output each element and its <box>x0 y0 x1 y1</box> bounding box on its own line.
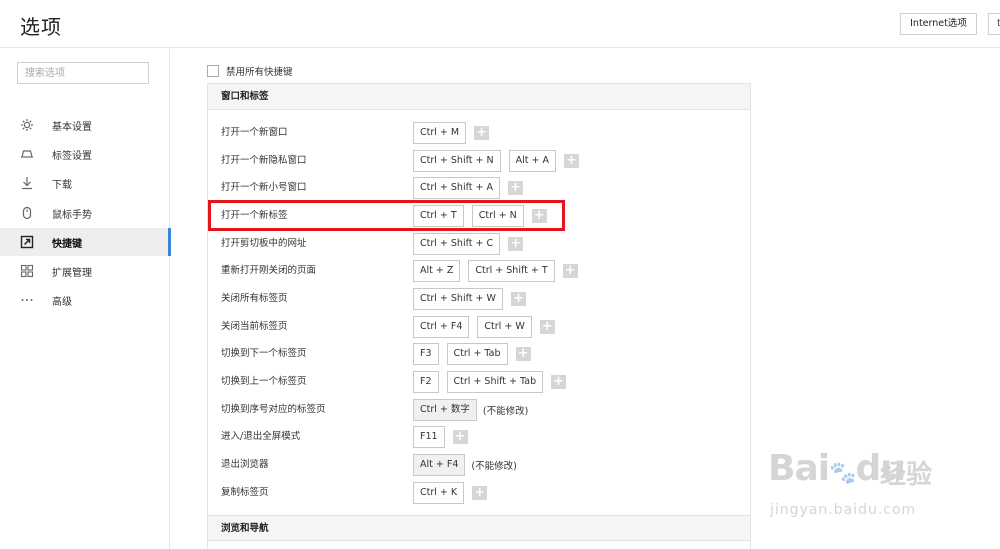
shortcut-action: 打开一个新窗口 <box>221 127 288 138</box>
shortcut-row: 打开一个新窗口 Ctrl + M + <box>208 119 750 147</box>
add-shortcut-button[interactable]: + <box>515 347 531 361</box>
shortcut-key-fixed: Alt + F4 <box>413 454 466 476</box>
shortcut-row: 重新打开刚关闭的页面 Alt + Z Ctrl + Shift + T + <box>208 257 750 285</box>
add-shortcut-button[interactable]: + <box>531 209 547 223</box>
shortcut-key[interactable]: Ctrl + W <box>477 316 532 338</box>
disable-all-checkbox[interactable] <box>207 65 219 77</box>
shortcut-action: 退出浏览器 <box>221 459 269 470</box>
shortcut-action: 切换到序号对应的标签页 <box>221 404 326 415</box>
shortcut-action: 打开一个新小号窗口 <box>221 182 307 193</box>
shortcut-action: 切换到下一个标签页 <box>221 348 307 359</box>
shortcut-key[interactable]: F2 <box>413 371 439 393</box>
watermark-url: jingyan.baidu.com <box>770 502 917 518</box>
shortcut-action: 关闭当前标签页 <box>221 321 288 332</box>
shortcut-row: 关闭所有标签页 Ctrl + Shift + W + <box>208 285 750 313</box>
shortcut-action: 重新打开刚关闭的页面 <box>221 265 317 276</box>
watermark-text: 经验 <box>880 460 933 490</box>
shortcut-row: 打开一个新小号窗口 Ctrl + Shift + A + <box>208 174 750 202</box>
sidebar-item-label: 下载 <box>52 179 72 191</box>
shortcuts-panel: 窗口和标签 打开一个新窗口 Ctrl + M + 打开一个新隐私窗口 Ctrl … <box>207 83 751 549</box>
shortcut-key-fixed: Ctrl + 数字 <box>413 399 477 421</box>
shortcut-key[interactable]: Ctrl + Shift + N <box>413 150 501 172</box>
add-shortcut-button[interactable]: + <box>472 486 488 500</box>
sidebar-item-label: 鼠标手势 <box>52 209 92 221</box>
sidebar-item-advanced[interactable]: 高级 <box>0 286 170 314</box>
sidebar-item-tab-settings[interactable]: 标签设置 <box>0 140 170 168</box>
disable-all-shortcuts-row[interactable]: 禁用所有快捷键 <box>207 64 293 78</box>
shortcut-row: 打开一个新隐私窗口 Ctrl + Shift + N Alt + A + <box>208 147 750 175</box>
add-shortcut-button[interactable]: + <box>562 264 578 278</box>
shortcut-key[interactable]: Ctrl + M <box>413 122 467 144</box>
sidebar-item-download[interactable]: 下载 <box>0 169 170 197</box>
add-shortcut-button[interactable]: + <box>508 237 524 251</box>
shortcut-key[interactable]: Ctrl + Shift + W <box>413 288 503 310</box>
shortcut-key[interactable]: F11 <box>413 426 445 448</box>
section-header-window-tabs: 窗口和标签 <box>208 84 750 110</box>
tab-icon <box>20 147 34 161</box>
shortcut-action: 切换到上一个标签页 <box>221 376 307 387</box>
shortcut-key[interactable]: Ctrl + Shift + Tab <box>446 371 544 393</box>
sidebar-item-shortcuts[interactable]: 快捷键 <box>0 228 171 256</box>
shortcut-key[interactable]: Ctrl + Shift + T <box>468 260 555 282</box>
shortcut-row: 切换到序号对应的标签页 Ctrl + 数字 (不能修改) <box>208 396 750 424</box>
shortcut-key[interactable]: Ctrl + Shift + C <box>413 233 501 255</box>
shortcut-row: 打开剪切板中的网址 Ctrl + Shift + C + <box>208 230 750 258</box>
not-modifiable-note: (不能修改) <box>482 406 529 417</box>
add-shortcut-button[interactable]: + <box>508 181 523 195</box>
shortcut-key[interactable]: F3 <box>413 343 439 365</box>
add-shortcut-button[interactable]: + <box>539 320 555 334</box>
shortcut-key[interactable]: Ctrl + N <box>471 205 524 227</box>
download-icon <box>20 176 34 190</box>
shortcut-key[interactable]: Ctrl + Tab <box>446 343 508 365</box>
page-title: 选项 <box>20 15 62 39</box>
shortcut-action: 进入/退出全屏模式 <box>221 431 301 442</box>
disable-all-label: 禁用所有快捷键 <box>226 67 293 78</box>
header-extra-button[interactable]: t <box>988 13 1000 35</box>
sidebar-item-label: 快捷键 <box>52 238 82 250</box>
shortcut-action: 打开剪切板中的网址 <box>221 238 307 249</box>
section-header-browse-nav: 浏览和导航 <box>208 515 750 541</box>
sidebar-item-extensions[interactable]: 扩展管理 <box>0 257 170 285</box>
shortcut-row: 切换到下一个标签页 F3 Ctrl + Tab + <box>208 340 750 368</box>
sidebar-item-basic-settings[interactable]: 基本设置 <box>0 111 170 139</box>
sidebar-item-mouse-gestures[interactable]: 鼠标手势 <box>0 199 170 227</box>
internet-options-button[interactable]: Internet选项 <box>900 13 977 35</box>
add-shortcut-button[interactable]: + <box>563 154 579 168</box>
active-indicator <box>168 228 171 256</box>
shortcut-row: 切换到上一个标签页 F2 Ctrl + Shift + Tab + <box>208 368 750 396</box>
sidebar-item-label: 高级 <box>52 296 72 308</box>
add-shortcut-button[interactable]: + <box>510 292 526 306</box>
shortcut-key[interactable]: Ctrl + T <box>413 205 464 227</box>
shortcut-row: 进入/退出全屏模式 F11 + <box>208 423 750 451</box>
search-input[interactable] <box>17 62 149 84</box>
sidebar: 基本设置 标签设置 下载 鼠标手势 快捷键 扩展管理 <box>0 49 171 549</box>
add-shortcut-button[interactable]: + <box>551 375 567 389</box>
extensions-icon <box>20 264 34 278</box>
sidebar-item-label: 基本设置 <box>52 121 92 133</box>
shortcut-key[interactable]: Alt + A <box>508 150 556 172</box>
shortcut-key[interactable]: Alt + Z <box>413 260 461 282</box>
shortcut-key[interactable]: Ctrl + Shift + A <box>413 177 500 199</box>
shortcut-action: 打开一个新标签 <box>221 210 288 221</box>
add-shortcut-button[interactable]: + <box>474 126 490 140</box>
shortcut-row: 退出浏览器 Alt + F4 (不能修改) <box>208 451 750 479</box>
shortcut-action: 复制标签页 <box>221 487 269 498</box>
shortcut-action: 打开一个新隐私窗口 <box>221 155 307 166</box>
header-bar: 选项 Internet选项 t <box>0 0 1000 48</box>
shortcut-icon <box>20 235 34 249</box>
shortcut-row: 关闭当前标签页 Ctrl + F4 Ctrl + W + <box>208 313 750 341</box>
shortcut-row: 打开一个新标签 Ctrl + T Ctrl + N + <box>208 202 750 230</box>
shortcut-row: 复制标签页 Ctrl + K + <box>208 479 750 507</box>
shortcut-key[interactable]: Ctrl + F4 <box>413 316 470 338</box>
add-shortcut-button[interactable]: + <box>452 430 468 444</box>
more-icon <box>20 293 34 307</box>
shortcut-action: 关闭所有标签页 <box>221 293 288 304</box>
shortcut-key[interactable]: Ctrl + K <box>413 482 465 504</box>
gear-icon <box>20 118 34 132</box>
baidu-watermark: Bai🐾du 经验 jingyan.baidu.com <box>760 440 990 530</box>
sidebar-item-label: 扩展管理 <box>52 267 92 279</box>
mouse-icon <box>20 206 34 220</box>
not-modifiable-note: (不能修改) <box>471 461 517 472</box>
sidebar-item-label: 标签设置 <box>52 150 92 162</box>
